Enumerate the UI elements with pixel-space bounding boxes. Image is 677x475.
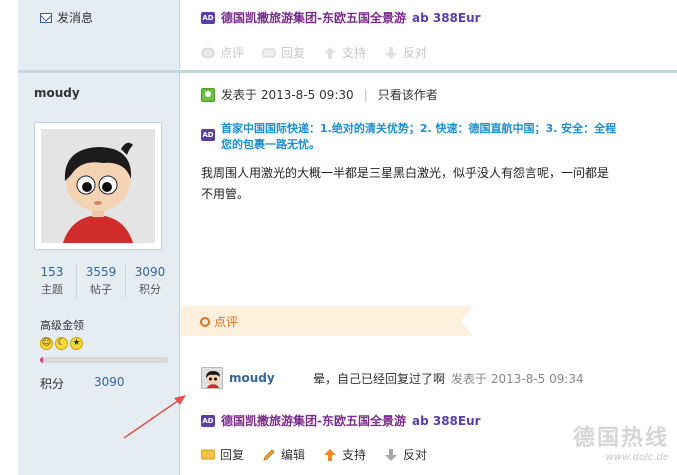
top-ad-link[interactable]: AD 德国凯撒旅游集团-东欧五国全景游 ab 388Eur <box>201 9 481 26</box>
oppose-action[interactable]: 反对 <box>384 446 427 463</box>
thumb-up-arrow-icon <box>324 46 337 59</box>
support-action[interactable]: 支持 <box>323 446 366 463</box>
comment-section-title: 点评 <box>200 313 238 330</box>
thumb-down-arrow-icon <box>385 46 398 59</box>
mail-icon <box>40 12 52 23</box>
comment-bubble-icon <box>201 47 215 58</box>
reply-icon <box>201 449 215 459</box>
post-body-line2: 不用管。 <box>201 187 250 201</box>
credit-value: 3090 <box>94 375 125 389</box>
avatar-image <box>41 129 155 243</box>
stat-threads-label: 主题 <box>41 283 63 296</box>
user-rank[interactable]: 高级金领 <box>40 317 84 333</box>
post-separator <box>18 70 677 73</box>
support-label: 支持 <box>342 46 367 60</box>
credit-row: 积分 3090 <box>40 375 125 392</box>
ring-icon <box>200 316 210 327</box>
star-medal-icon: ★ <box>70 337 83 350</box>
stat-posts-label: 帖子 <box>90 283 112 296</box>
reply-action[interactable]: 回复 <box>201 446 244 463</box>
annotation-arrow-icon <box>123 395 186 439</box>
only-author-link[interactable]: 只看该作者 <box>378 86 438 103</box>
post-time: 发表于 2013-8-5 09:30 <box>221 88 354 102</box>
top-ad-price: ab 388Eur <box>411 10 481 25</box>
comment-time: 发表于 2013-8-5 09:34 <box>451 371 584 386</box>
thumb-down-arrow-icon <box>385 448 398 461</box>
reply-label: 回复 <box>220 448 245 462</box>
edit-label: 编辑 <box>281 448 306 462</box>
reply-icon <box>262 48 276 57</box>
bottom-ad-link[interactable]: AD 德国凯撒旅游集团-东欧五国全景游 ab 388Eur <box>201 412 481 429</box>
send-message-label: 发消息 <box>57 11 94 25</box>
comment-text: 晕，自己已经回复过了啊 <box>313 371 446 386</box>
edit-action[interactable]: 编辑 <box>262 446 305 463</box>
online-status-icon <box>201 87 215 102</box>
author-stats: 153 主题 3559 帖子 3090 积分 <box>28 264 174 298</box>
comment-username[interactable]: moudy <box>229 371 313 385</box>
inline-ad-line1: 首家中国国际快递：1.绝对的清关优势；2. 快速：德国直航中国；3. 安全：全程 <box>221 122 617 135</box>
rate-label: 点评 <box>220 46 245 60</box>
post-body-line1: 我周围人用激光的大概一半都是三星黑白激光，似乎没人有怨言呢，一问都是 <box>201 166 610 180</box>
rate-action[interactable]: 点评 <box>201 44 244 61</box>
bottom-ad-price: ab 388Eur <box>411 413 481 428</box>
send-message-link[interactable]: 发消息 <box>40 9 93 26</box>
top-ad-text: 德国凯撒旅游集团-东欧五国全景游 <box>221 11 406 25</box>
rank-progress-fill <box>40 357 43 363</box>
comment-section-label: 点评 <box>214 315 239 329</box>
stat-credits[interactable]: 3090 积分 <box>126 264 174 298</box>
comment-avatar[interactable] <box>201 367 223 389</box>
moon-medal-icon: ☾ <box>55 337 68 350</box>
stat-posts[interactable]: 3559 帖子 <box>77 264 126 298</box>
top-action-bar: 点评 回复 支持 反对 <box>201 44 427 61</box>
support-action[interactable]: 支持 <box>323 44 366 61</box>
reply-action[interactable]: 回复 <box>262 44 305 61</box>
stat-threads-value: 153 <box>40 265 64 279</box>
ad-badge-icon: AD <box>201 129 215 141</box>
thumb-up-arrow-icon <box>324 448 337 461</box>
rank-progress-bar <box>40 357 168 363</box>
author-username[interactable]: moudy <box>34 86 80 100</box>
reply-label: 回复 <box>281 46 306 60</box>
oppose-label: 反对 <box>403 46 428 60</box>
stat-posts-value: 3559 <box>85 265 117 279</box>
site-watermark: 德国热线 www.dolc.de <box>573 420 669 463</box>
stat-credits-label: 积分 <box>139 283 161 296</box>
meta-divider: | <box>363 87 368 102</box>
ad-badge-icon: AD <box>201 11 215 24</box>
author-avatar[interactable] <box>34 122 162 250</box>
watermark-url: www.dolc.de <box>605 452 670 463</box>
inline-ad-text: 首家中国国际快递：1.绝对的清关优势；2. 快速：德国直航中国；3. 安全：全程… <box>221 121 616 153</box>
ad-badge-icon: AD <box>201 414 215 427</box>
rank-medals: ☺ ☾ ★ <box>40 337 83 350</box>
inline-ad-line2: 您的包裹一路无忧。 <box>221 138 320 151</box>
credit-label: 积分 <box>40 377 65 391</box>
sun-medal-icon: ☺ <box>40 337 53 350</box>
support-label: 支持 <box>342 448 367 462</box>
comment-item: moudy 晕，自己已经回复过了啊 发表于 2013-8-5 09:34 <box>201 367 584 389</box>
cartoon-avatar-icon <box>41 129 155 243</box>
inline-ad[interactable]: AD 首家中国国际快递：1.绝对的清关优势；2. 快速：德国直航中国；3. 安全… <box>201 121 677 153</box>
post-body: 我周围人用激光的大概一半都是三星黑白激光，似乎没人有怨言呢，一问都是 不用管。 <box>201 163 677 205</box>
cartoon-avatar-icon <box>202 368 222 388</box>
post-meta: 发表于 2013-8-5 09:30 | 只看该作者 <box>201 86 438 103</box>
stat-threads[interactable]: 153 主题 <box>28 264 77 298</box>
bottom-ad-text: 德国凯撒旅游集团-东欧五国全景游 <box>221 414 406 428</box>
post-action-bar: 回复 编辑 支持 反对 <box>201 446 427 463</box>
oppose-action[interactable]: 反对 <box>384 44 427 61</box>
watermark-title: 德国热线 <box>572 426 669 451</box>
oppose-label: 反对 <box>403 448 428 462</box>
pencil-icon <box>263 448 275 461</box>
stat-credits-value: 3090 <box>134 265 166 279</box>
